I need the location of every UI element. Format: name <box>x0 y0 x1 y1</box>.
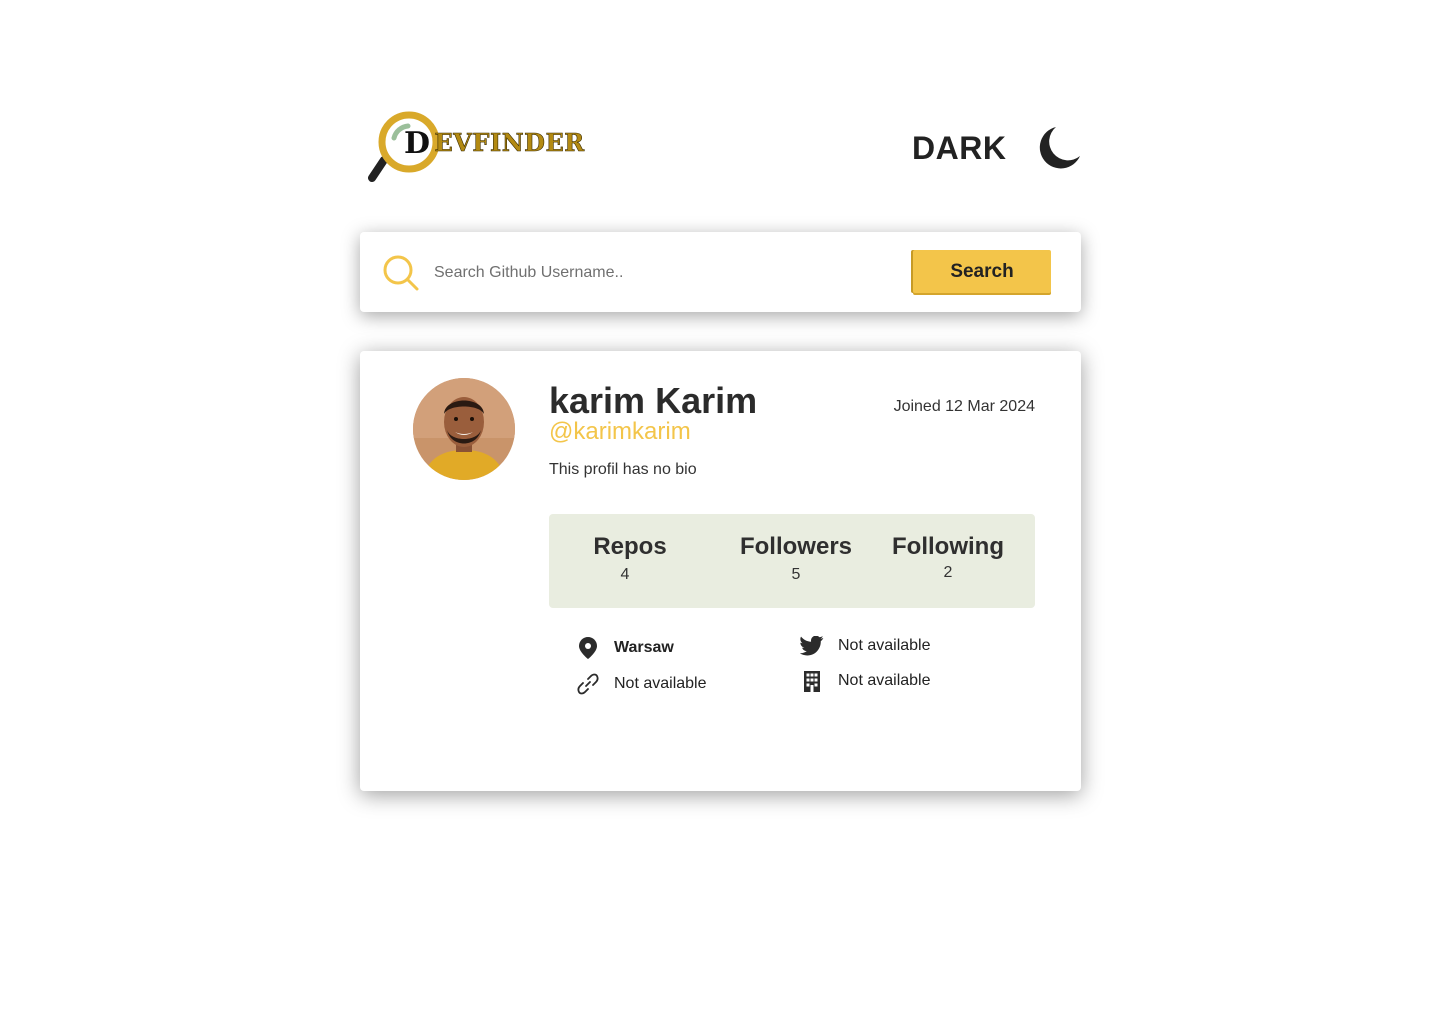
info-location: Warsaw <box>576 636 674 660</box>
location-pin-icon <box>576 636 600 660</box>
search-icon <box>383 255 419 291</box>
stat-value: 5 <box>791 566 801 583</box>
twitter-icon <box>800 634 824 658</box>
info-twitter[interactable]: Not available <box>800 634 931 658</box>
stats-panel: Repos 4 Followers 5 Following 2 <box>549 514 1035 608</box>
twitter-text: Not available <box>838 637 931 654</box>
avatar <box>413 378 515 480</box>
location-text: Warsaw <box>614 639 674 656</box>
profile-bio: This profil has no bio <box>549 461 697 478</box>
logo-wordmark: D EVFINDER <box>404 126 585 161</box>
moon-icon <box>1040 127 1081 169</box>
stat-label: Following <box>892 533 1004 560</box>
stat-value: 2 <box>943 564 953 581</box>
logo-rest: EVFINDER <box>434 128 585 158</box>
search-input[interactable] <box>432 254 896 292</box>
search-bar: Search <box>360 232 1081 312</box>
company-text: Not available <box>838 672 931 689</box>
joined-date: Joined 12 Mar 2024 <box>893 398 1035 415</box>
link-icon <box>576 672 600 696</box>
info-blog[interactable]: Not available <box>576 672 707 696</box>
stat-value: 4 <box>620 566 630 583</box>
stat-repos: Repos 4 <box>585 532 675 584</box>
blog-text: Not available <box>614 675 707 692</box>
profile-card: karim Karim @karimkarim Joined 12 Mar 20… <box>360 351 1081 791</box>
info-company: Not available <box>800 669 931 693</box>
theme-toggle[interactable]: DARK <box>912 124 1082 172</box>
theme-toggle-label: DARK <box>912 129 1007 166</box>
search-button[interactable]: Search <box>913 250 1051 293</box>
profile-login-link[interactable]: @karimkarim <box>549 417 691 447</box>
stat-label: Followers <box>739 533 853 560</box>
devfinder-logo[interactable]: D EVFINDER <box>364 108 584 188</box>
building-icon <box>800 669 824 693</box>
stat-followers: Followers 5 <box>735 532 857 584</box>
stat-label: Repos <box>593 533 667 560</box>
stat-following: Following 2 <box>887 532 1009 582</box>
logo-letter: D <box>404 126 431 161</box>
